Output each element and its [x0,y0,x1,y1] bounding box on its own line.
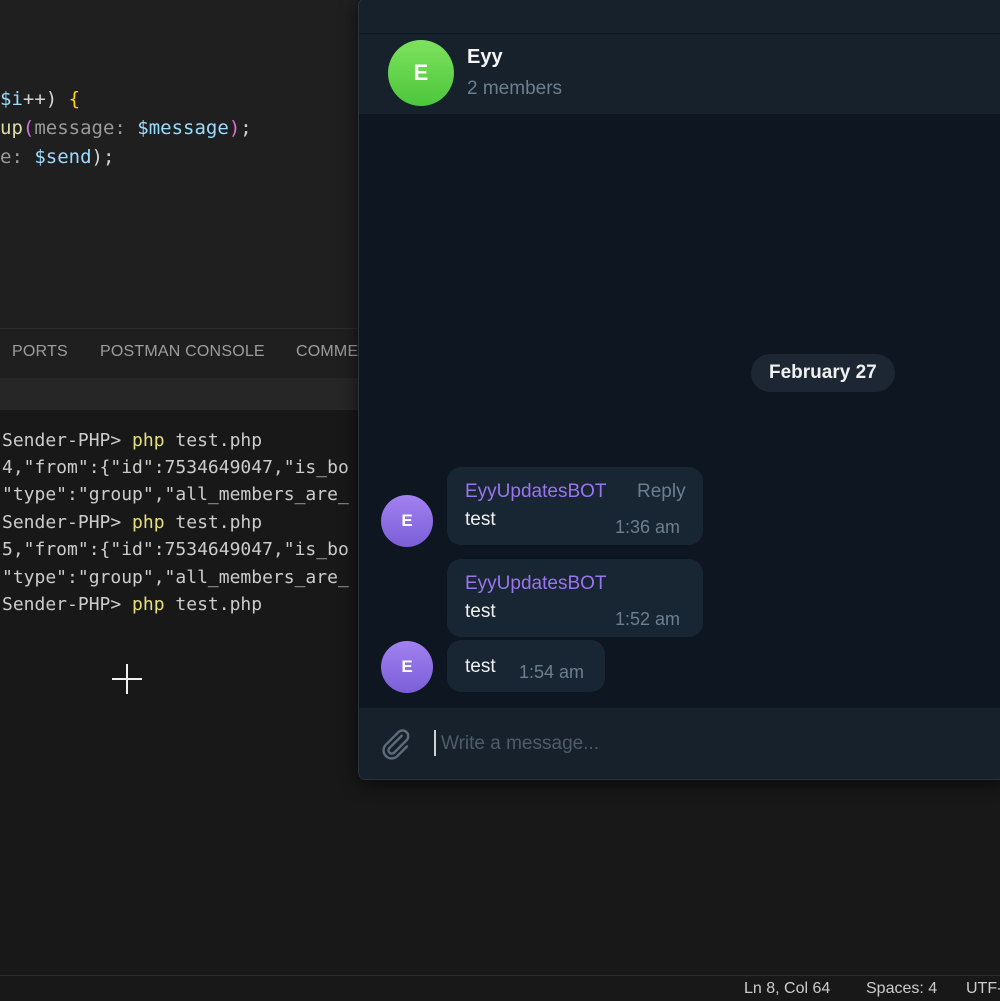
panel-tab-bar: PORTS POSTMAN CONSOLE COMME [0,328,360,377]
code-token: ++) [22,88,69,110]
code-token: ) [228,117,241,139]
code-token: up [0,117,23,139]
code-line: up(message: $message); [0,117,252,139]
status-cursor-position[interactable]: Ln 8, Col 64 [744,980,830,998]
message-time: 1:52 am [615,609,681,629]
terminal-empty-area [0,780,1000,975]
bot-avatar[interactable]: E [381,495,433,547]
code-token: $message [137,117,229,139]
paperclip-icon[interactable] [377,726,413,762]
code-editor[interactable]: $i++) { up(message: $message); e: $send)… [0,0,360,330]
message-text: test [465,601,496,622]
chat-header[interactable]: E Eyy 2 members [359,33,1000,114]
code-line: e: $send); [0,146,114,168]
terminal-line: Sender-PHP> php test.php [2,594,263,615]
code-token: { [68,88,81,110]
terminal-line: Sender-PHP> php test.php [2,512,263,533]
reply-button[interactable]: Reply [637,481,686,503]
message-sender[interactable]: EyyUpdatesBOT [465,573,607,595]
tab-comments[interactable]: COMME [296,343,358,361]
terminal-line: Sender-PHP> php test.php [2,430,263,451]
bot-avatar[interactable]: E [381,641,433,693]
tab-postman-console[interactable]: POSTMAN CONSOLE [100,343,265,361]
date-separator: February 27 [751,354,895,392]
code-token: $i [0,88,23,110]
chat-title[interactable]: Eyy [467,46,503,69]
message-time: 1:54 am [519,662,585,682]
code-token: ; [240,117,252,139]
window-titlebar[interactable] [359,0,1000,33]
code-token: $send [34,146,92,168]
message-text: test [465,656,496,677]
terminal-line: "type":"group","all_members_are_ [2,567,349,588]
status-encoding[interactable]: UTF- [966,980,1000,998]
message-sender[interactable]: EyyUpdatesBOT [465,481,607,503]
chat-member-count[interactable]: 2 members [467,78,562,100]
tab-ports[interactable]: PORTS [12,343,68,361]
code-token: message: [34,117,138,139]
code-token: ( [22,117,35,139]
terminal-toolbar [0,378,360,410]
message-bubble[interactable]: EyyUpdatesBOT test 1:52 am [447,559,703,637]
message-bubble[interactable]: EyyUpdatesBOT Reply test 1:36 am [447,467,703,545]
message-composer [359,707,1000,779]
terminal-line: 4,"from":{"id":7534649047,"is_bo [2,457,349,478]
message-input[interactable] [439,724,963,764]
code-line: $i++) { [0,88,80,110]
group-avatar[interactable]: E [388,40,454,106]
telegram-chat-window: E Eyy 2 members February 27 E EyyUpdates… [358,0,1000,780]
status-bar: Ln 8, Col 64 Spaces: 4 UTF- [0,975,1000,1001]
crosshair-cursor-icon [110,662,144,696]
code-token: ); [91,146,115,168]
message-time: 1:36 am [615,517,681,537]
terminal-line: "type":"group","all_members_are_ [2,484,349,505]
terminal-line: 5,"from":{"id":7534649047,"is_bo [2,539,349,560]
message-text: test [465,509,496,530]
message-bubble[interactable]: test 1:54 am [447,640,605,692]
code-token: e: [0,146,35,168]
text-caret [434,730,436,756]
status-indentation[interactable]: Spaces: 4 [866,980,937,998]
